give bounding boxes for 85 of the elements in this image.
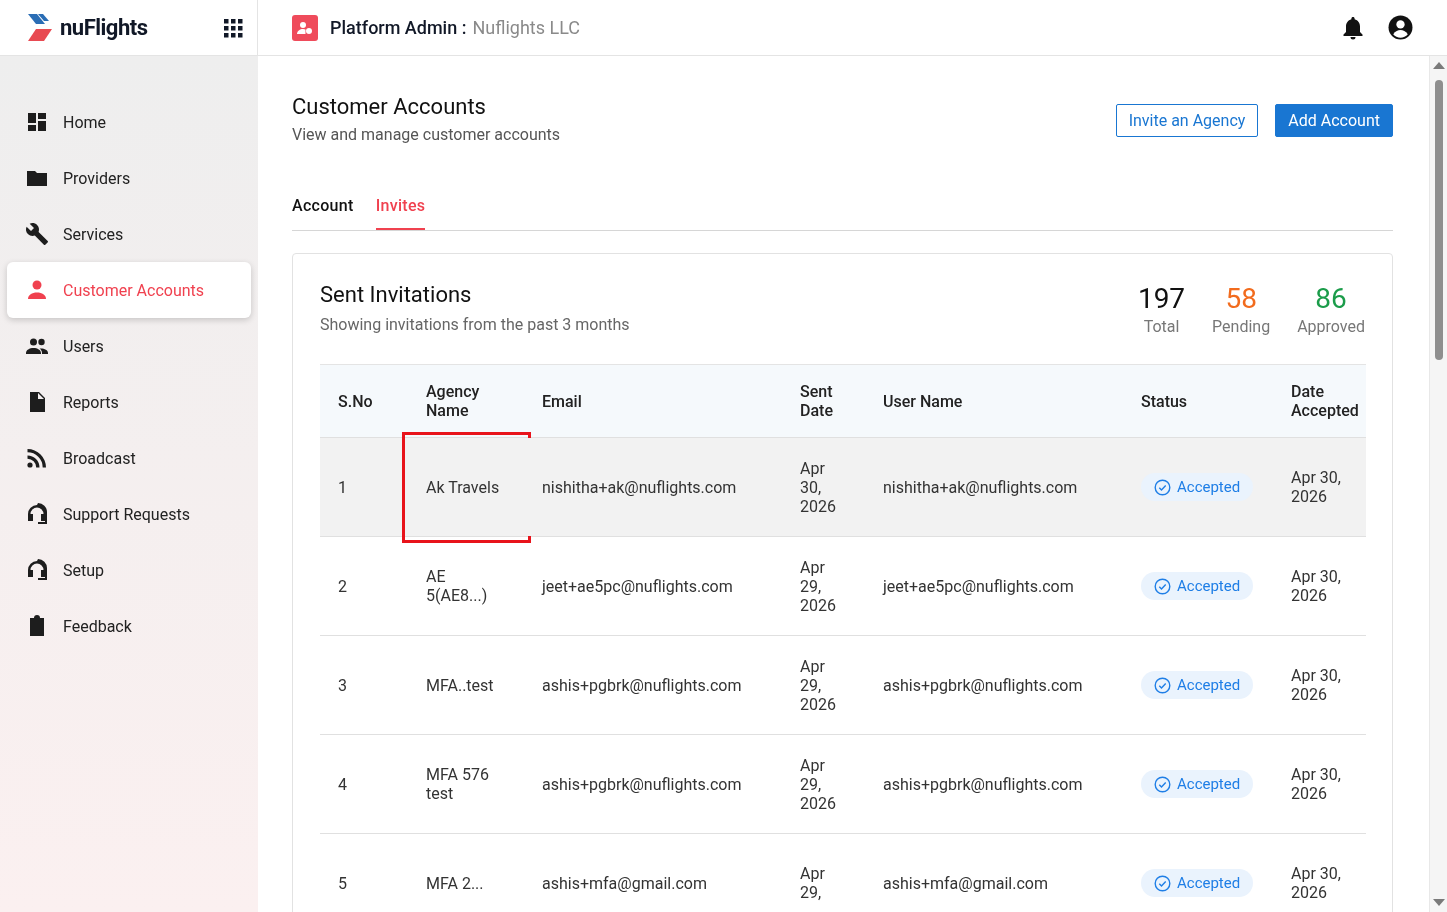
email-cell: ashis+mfa@gmail.com <box>542 873 707 893</box>
user-name: jeet+ae5pc@nuflights.com <box>883 576 1074 596</box>
user-name: ashis+pgbrk@nuflights.com <box>883 675 1083 695</box>
agency-name: AE 5(AE8...) <box>426 567 488 605</box>
wrench-icon <box>25 222 49 246</box>
sent-date: Apr 29, 2026 <box>800 755 836 813</box>
agency-name: MFA 2... <box>426 873 484 893</box>
admin-icon <box>292 14 318 41</box>
column-header: Agency Name <box>408 364 524 438</box>
date-accepted: Apr 30, 2026 <box>1291 666 1341 704</box>
sidebar-item[interactable]: Services <box>7 206 251 262</box>
sidebar-item[interactable]: Reports <box>7 374 251 430</box>
organization-name: Nuflights LLC <box>472 17 580 38</box>
headset-icon <box>25 502 49 526</box>
brand-name: nuFlights <box>60 15 148 40</box>
email-cell: jeet+ae5pc@nuflights.com <box>542 576 733 596</box>
sidebar-item[interactable]: Feedback <box>7 598 251 654</box>
sent-date: Apr 30, 2026 <box>800 458 836 516</box>
card-title: Sent Invitations <box>320 282 473 307</box>
row-number: 5 <box>338 873 347 893</box>
dashboard-icon <box>25 110 49 134</box>
email-cell: ashis+pgbrk@nuflights.com <box>542 774 742 794</box>
status-pill: Accepted <box>1141 473 1254 501</box>
row-number: 4 <box>338 774 347 794</box>
card-subtitle: Showing invitations from the past 3 months <box>320 315 630 334</box>
headset-icon <box>25 558 49 582</box>
person-icon <box>25 278 49 302</box>
invite-button[interactable]: Invite an Agency <box>1115 104 1259 137</box>
platform-title: Platform Admin : <box>330 17 467 38</box>
user-name: ashis+mfa@gmail.com <box>883 873 1048 893</box>
stat-value: 58 <box>1225 282 1257 315</box>
apps-grid-icon[interactable] <box>223 17 243 38</box>
sent-date: Apr 29, 2026 <box>800 557 836 615</box>
sidebar-item[interactable]: Home <box>7 94 251 150</box>
column-header: Email <box>524 364 782 438</box>
account-icon[interactable] <box>1388 15 1413 40</box>
status-pill: Accepted <box>1141 671 1254 699</box>
agency-name: Ak Travels <box>426 477 500 497</box>
agency-name: MFA..test <box>426 675 494 695</box>
column-header: Sent Date <box>782 364 865 438</box>
column-header: Date Accepted <box>1273 364 1366 438</box>
sidebar-item[interactable]: Users <box>7 318 251 374</box>
row-number: 3 <box>338 675 347 695</box>
stat-label: Approved <box>1297 317 1365 336</box>
stat-value: 86 <box>1315 282 1347 315</box>
stat-value: 197 <box>1137 282 1186 315</box>
check-circle-icon <box>1154 775 1171 793</box>
sidebar-item[interactable]: Broadcast <box>7 430 251 486</box>
tab[interactable]: Account <box>292 190 354 230</box>
sidebar-item[interactable]: Providers <box>7 150 251 206</box>
page-subtitle: View and manage customer accounts <box>292 125 561 144</box>
stat-label: Total <box>1143 317 1180 336</box>
scrollbar[interactable] <box>1429 56 1447 912</box>
sent-date: Apr 29, <box>800 864 825 902</box>
check-circle-icon <box>1154 478 1171 496</box>
status-pill: Accepted <box>1141 770 1254 798</box>
notification-bell-icon[interactable] <box>1342 15 1364 40</box>
check-circle-icon <box>1154 676 1171 694</box>
check-circle-icon <box>1154 874 1171 892</box>
date-accepted: Apr 30, 2026 <box>1291 567 1341 605</box>
check-circle-icon <box>1154 577 1171 595</box>
column-header: User Name <box>865 364 1123 438</box>
date-accepted: Apr 30, 2026 <box>1291 765 1341 803</box>
status-pill: Accepted <box>1141 572 1254 600</box>
email-cell: nishitha+ak@nuflights.com <box>542 477 737 497</box>
sent-date: Apr 29, 2026 <box>800 656 836 714</box>
stat-label: Pending <box>1212 317 1271 336</box>
agency-name: MFA 576 test <box>426 765 489 803</box>
date-accepted: Apr 30, 2026 <box>1291 468 1341 506</box>
email-cell: ashis+pgbrk@nuflights.com <box>542 675 742 695</box>
date-accepted: Apr 30, 2026 <box>1291 864 1341 902</box>
row-number: 2 <box>338 576 347 596</box>
tab[interactable]: Invites <box>375 190 426 230</box>
user-name: ashis+pgbrk@nuflights.com <box>883 774 1083 794</box>
sidebar-item[interactable]: Customer Accounts <box>7 262 251 318</box>
page-title: Customer Accounts <box>292 94 487 119</box>
rss-icon <box>25 446 49 470</box>
status-pill: Accepted <box>1141 869 1254 897</box>
column-header: S.No <box>320 364 408 438</box>
user-name: nishitha+ak@nuflights.com <box>883 477 1078 497</box>
row-number: 1 <box>338 477 347 497</box>
sidebar-item[interactable]: Support Requests <box>7 486 251 542</box>
add-button[interactable]: Add Account <box>1275 104 1393 137</box>
column-header: Status <box>1123 364 1273 438</box>
sidebar-item[interactable]: Setup <box>7 542 251 598</box>
